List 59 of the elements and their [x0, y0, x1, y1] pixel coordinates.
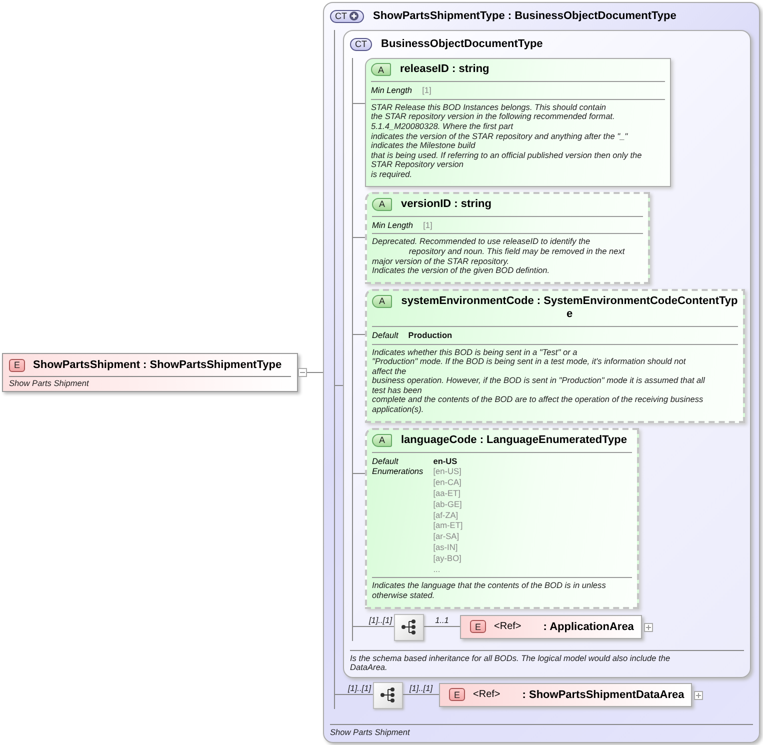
facet-value: [as-IN]: [433, 542, 459, 553]
facet-label: Default: [372, 330, 398, 341]
attribute-doc: Indicates the language that the contents of the BOD is in unless otherwise stated.: [372, 581, 607, 601]
attribute-title: systemEnvironmentCode : SystemEnvironmentCodeContentType: [401, 294, 738, 321]
ref-label: <Ref>: [494, 621, 522, 632]
occurrence-label: 1..1: [435, 614, 449, 625]
type-doc: Is the schema based inheritance for all BODs. The logical model would also include the DataArea.: [350, 654, 672, 673]
expand-icon[interactable]: [644, 622, 653, 632]
element-badge: E: [449, 688, 466, 702]
facet-label: Min Length: [372, 220, 414, 230]
sequence-icon: [401, 619, 417, 636]
element-type: : ShowPartsShipmentDataArea: [522, 688, 684, 701]
facet-value: en-US: [433, 456, 458, 466]
facet-value: [ay-BO]: [433, 552, 462, 564]
element-type: : ApplicationArea: [543, 620, 634, 633]
facet-value: [1]: [422, 85, 432, 96]
complex-type-badge: CT: [330, 10, 364, 22]
facet-value: [en-US]: [433, 466, 462, 478]
element-badge: E: [9, 358, 26, 372]
occurrence-label: [1]..[1]: [368, 614, 392, 625]
attribute-title: languageCode : LanguageEnumeratedType: [401, 434, 627, 447]
facet-value: [ab-GE]: [433, 498, 463, 510]
type-title: BusinessObjectDocumentType: [381, 38, 543, 50]
collapse-icon[interactable]: [298, 368, 307, 377]
attribute-doc: Indicates whether this BOD is being sent in a "Test" or a "Production" mode. If the BOD is being sent in a test mode, it's information should not affect the business operation. However, if the BOD is sent in "Production" mode it is assumed that all test has been complete and the contents of the BOD are to affect the operation of the receiving business application(s).: [372, 348, 706, 415]
element-title: ShowPartsShipment : ShowPartsShipmentType: [33, 359, 282, 372]
attribute-badge: A: [372, 198, 392, 211]
expand-icon[interactable]: [694, 690, 704, 700]
facet-value: [am-ET]: [433, 520, 463, 532]
facet-label: Min Length: [371, 85, 412, 96]
complex-type-badge: CT: [350, 38, 372, 50]
ref-label: <Ref>: [473, 689, 500, 700]
element-ref-box[interactable]: E <Ref> : ShowPartsShipmentDataArea: [439, 682, 692, 707]
type-doc: Show Parts Shipment: [330, 728, 411, 738]
facet-label: Enumerations: [372, 466, 424, 478]
attribute-title: versionID : string: [401, 198, 492, 211]
attribute-title: releaseID : string: [400, 63, 490, 76]
sequence-icon: [380, 687, 396, 704]
facet-value: [af-ZA]: [433, 510, 460, 520]
attribute-badge: A: [372, 434, 392, 447]
facet-value: [aa-ET]: [433, 488, 462, 499]
attribute-doc: STAR Release this BOD Instances belongs. This should contain the STAR repository version in the following recommended format. 5.1.4_M20080328. Where the first part indicates the version of the STAR repository and anything after the "_" indicates the Milestone build that is being used. If referring to an official published version then only the STAR Repository version is required.: [371, 102, 643, 180]
facet-value: ...: [433, 564, 442, 574]
element-badge: E: [470, 620, 486, 634]
occurrence-label: [1]..[1]: [409, 682, 433, 693]
facet-label: Default: [372, 456, 400, 466]
facet-value: Production: [408, 330, 452, 341]
occurrence-label: [1]..[1]: [348, 682, 371, 693]
element-ref-box[interactable]: E <Ref> : ApplicationArea: [460, 614, 642, 639]
attribute-badge: A: [372, 294, 392, 308]
facet-value: [en-CA]: [433, 477, 462, 488]
element-doc: Show Parts Shipment: [9, 378, 90, 388]
element-box[interactable]: E ShowPartsShipment : ShowPartsShipmentType Show Parts Shipment: [2, 352, 298, 392]
type-title: ShowPartsShipmentType : BusinessObjectDocumentType: [373, 10, 676, 22]
facet-value: [1]: [423, 220, 432, 230]
plus-icon: [349, 11, 359, 21]
facet-value: [ar-SA]: [433, 531, 460, 542]
attribute-badge: A: [371, 63, 391, 76]
attribute-doc: Deprecated. Recommended to use releaseID to identify the repository and noun. This field may be removed in the next major version of the STAR repository. Indicates the version of the given BOD defintion.: [372, 237, 626, 276]
